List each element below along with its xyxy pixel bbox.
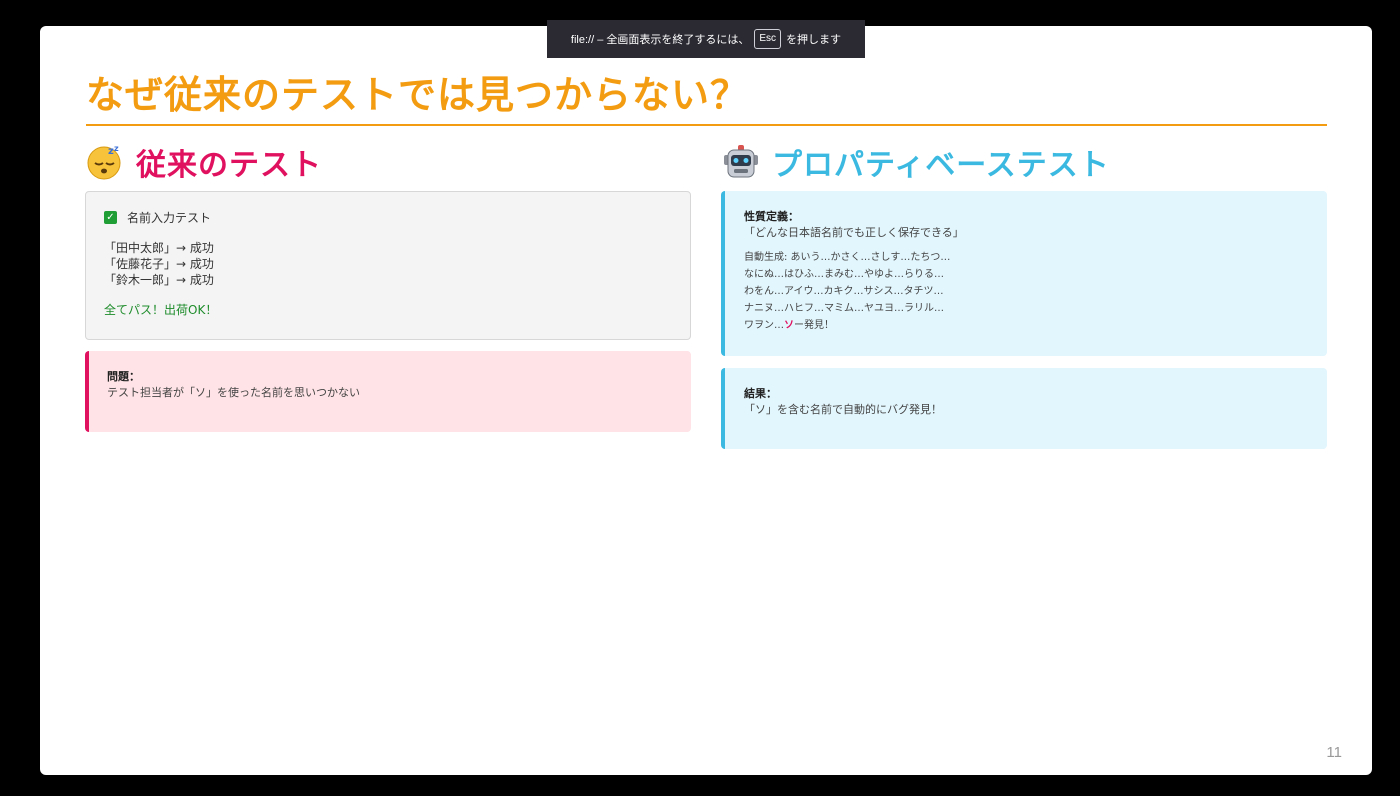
test-case-list: 「田中太郎」→ 成功 「佐藤花子」→ 成功 「鈴木一郎」→ 成功 xyxy=(104,240,672,288)
result-text: 「ソ」を含む名前で自動的にバグ発見！ xyxy=(744,403,942,416)
traditional-test-heading-text: 従来のテスト xyxy=(136,148,322,183)
page-number: 11 xyxy=(1326,744,1342,761)
sleeping-face-icon: z z xyxy=(87,144,121,180)
result-label: 結果： xyxy=(744,387,777,400)
generated-line: なにぬ…はひふ…まみむ…やゆよ…らりる… xyxy=(744,269,944,280)
title-divider xyxy=(86,124,1327,126)
name-input-test-label: 名前入力テスト xyxy=(127,211,212,225)
generated-line: ナニヌ…ハヒフ…マミム…ヤユヨ…ラリル… xyxy=(744,303,944,314)
test-case: 「田中太郎」→ 成功 xyxy=(104,241,214,255)
problem-label: 問題： xyxy=(107,370,140,383)
esc-key-hint: Esc xyxy=(754,29,782,49)
found-character-highlight: ソ xyxy=(784,320,794,331)
property-based-test-heading: プロパティベーステスト xyxy=(722,140,1110,184)
generated-last-prefix: ワヲン… xyxy=(744,320,784,331)
problem-box: 問題： テスト担当者が「ソ」を使った名前を思いつかない xyxy=(85,351,691,432)
generated-line: 自動生成: あいう…かさく…さしす…たちつ… xyxy=(744,252,951,263)
slide: なぜ従来のテストでは見つからない？ z z 従来のテスト プロパティベーステスト xyxy=(40,26,1372,775)
property-based-test-heading-text: プロパティベーステスト xyxy=(772,148,1110,183)
fullscreen-notice-text: file:// – 全画面表示を終了するには、 xyxy=(570,34,750,46)
fullscreen-exit-notice: file:// – 全画面表示を終了するには、 Esc を押します xyxy=(547,20,865,58)
svg-text:z: z xyxy=(114,144,120,153)
generated-inputs: 自動生成: あいう…かさく…さしす…たちつ… なにぬ…はひふ…まみむ…やゆよ…ら… xyxy=(744,249,1308,334)
traditional-test-heading: z z 従来のテスト xyxy=(86,140,322,184)
test-case: 「佐藤花子」→ 成功 xyxy=(104,257,214,271)
property-definition-box: 性質定義： 「どんな日本語名前でも正しく保存できる」 自動生成: あいう…かさく… xyxy=(721,191,1327,356)
result-box: 結果： 「ソ」を含む名前で自動的にバグ発見！ xyxy=(721,368,1327,449)
test-case: 「鈴木一郎」→ 成功 xyxy=(104,273,214,287)
slide-title: なぜ従来のテストでは見つからない？ xyxy=(86,73,750,117)
problem-text: テスト担当者が「ソ」を使った名前を思いつかない xyxy=(107,386,360,399)
traditional-test-box: ✓ 名前入力テスト 「田中太郎」→ 成功 「佐藤花子」→ 成功 「鈴木一郎」→ … xyxy=(85,191,691,340)
property-definition-label: 性質定義： xyxy=(744,210,799,223)
generated-line: わをん…アイウ…カキク…サシス…タチツ… xyxy=(744,286,944,297)
robot-face-icon xyxy=(724,145,758,178)
fullscreen-notice-suffix: を押します xyxy=(786,34,842,46)
all-pass-message: 全てパス！出荷OK！ xyxy=(104,303,218,317)
name-input-test-row: ✓ 名前入力テスト xyxy=(104,209,672,226)
generated-line-last: ワヲン…ソー発見！ xyxy=(744,317,1308,334)
property-definition-text: 「どんな日本語名前でも正しく保存できる」 xyxy=(744,226,964,239)
generated-last-suffix: ー発見！ xyxy=(794,320,834,331)
check-mark-icon: ✓ xyxy=(104,211,117,224)
